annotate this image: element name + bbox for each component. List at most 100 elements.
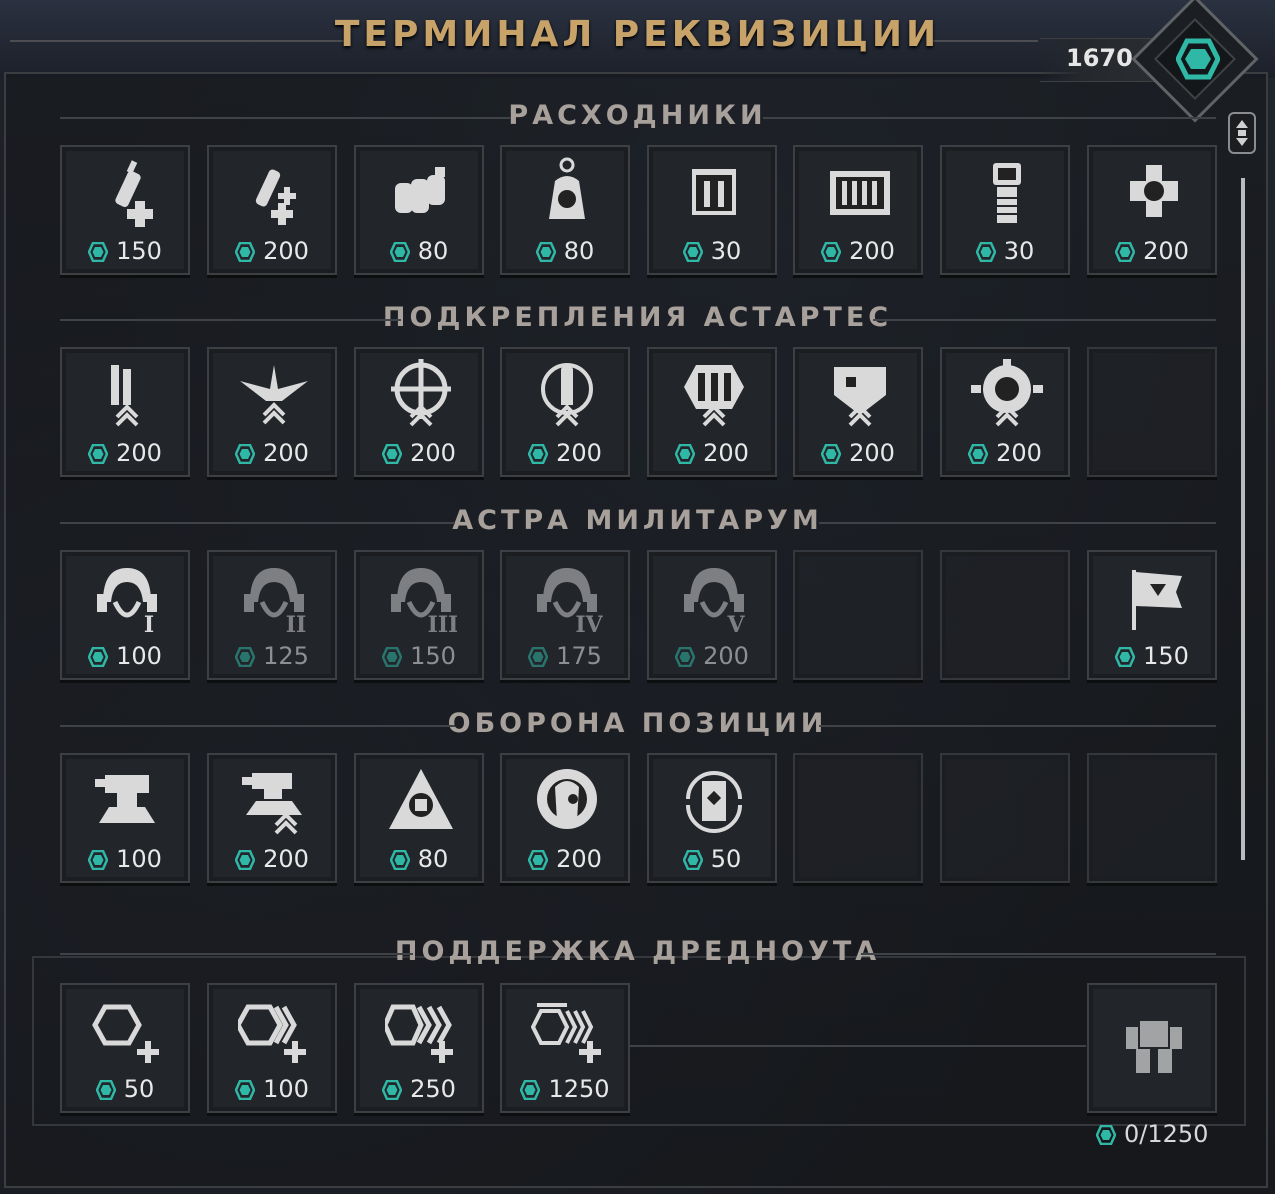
- requisition-gem-icon: [1115, 647, 1136, 667]
- requisition-item-aquila-banner[interactable]: 150: [1087, 550, 1217, 680]
- section-divider-left: [60, 522, 455, 524]
- section-divider-right: [819, 522, 1216, 524]
- requisition-item-guard-helmet-3[interactable]: III 150: [354, 550, 484, 680]
- requisition-gem-icon: [88, 242, 109, 262]
- requisition-gem-icon: [389, 242, 410, 262]
- requisition-gem-icon: [235, 444, 256, 464]
- item-price: 125: [209, 642, 335, 670]
- item-price-value: 200: [703, 642, 749, 670]
- item-price-value: 200: [1143, 237, 1189, 265]
- requisition-item-ammo-upgrade[interactable]: 200: [647, 347, 777, 477]
- guard-helmet-2-icon: II: [244, 568, 306, 634]
- dreadnought-progress-value: 0/1250: [1124, 1120, 1209, 1148]
- requisition-gem-icon: [975, 242, 996, 262]
- empty-slot: [940, 550, 1070, 680]
- ammo-upgrade-icon: [684, 365, 744, 427]
- svg-text:V: V: [726, 612, 745, 634]
- requisition-item-guard-helmet-2[interactable]: II 125: [207, 550, 337, 680]
- requisition-gem-icon: [88, 444, 109, 464]
- item-price: 200: [649, 642, 775, 670]
- item-price-value: 150: [410, 642, 456, 670]
- requisition-item-gem-plus-3[interactable]: 250: [354, 983, 484, 1113]
- item-price: 200: [502, 439, 628, 467]
- requisition-item-auspex-device[interactable]: 30: [940, 145, 1070, 275]
- requisition-item-gem-plus-4[interactable]: 1250: [500, 983, 630, 1113]
- requisition-gem-icon: [821, 242, 842, 262]
- requisition-item-stimm-syringe-double[interactable]: 200: [207, 145, 337, 275]
- requisition-item-crosshair-upgrade[interactable]: 200: [354, 347, 484, 477]
- guard-helmet-3-icon: III: [391, 568, 457, 634]
- guard-helmet-1-icon: I: [97, 568, 157, 634]
- requisition-item-sentry-turret[interactable]: 100: [60, 753, 190, 883]
- requisition-item-sentry-turret-upgrade[interactable]: 200: [207, 753, 337, 883]
- requisition-gem-icon: [535, 242, 556, 262]
- requisition-item-skull-beacon[interactable]: 80: [500, 145, 630, 275]
- dreadnought-progress: 0/1250: [1096, 1120, 1208, 1148]
- item-price: 80: [356, 845, 482, 873]
- requisition-item-stimm-syringe[interactable]: 150: [60, 145, 190, 275]
- servitor-skull-icon: [537, 769, 597, 829]
- svg-text:I: I: [144, 612, 154, 634]
- item-price-value: 100: [116, 845, 162, 873]
- requisition-item-armor-upgrade[interactable]: 200: [793, 347, 923, 477]
- requisition-item-grenade-pack[interactable]: 80: [354, 145, 484, 275]
- empty-slot: [793, 753, 923, 883]
- requisition-gem-icon: [1096, 1125, 1116, 1145]
- requisition-item-supply-barrel[interactable]: 50: [647, 753, 777, 883]
- requisition-gem-icon: [520, 1080, 541, 1100]
- section-title-label: РАСХОДНИКИ: [508, 100, 767, 131]
- section-title-4: ОБОРОНА ПОЗИЦИИ: [0, 708, 1275, 739]
- gear-upgrade-icon: [971, 359, 1043, 427]
- section-divider-left: [60, 725, 455, 727]
- item-price: 1250: [502, 1075, 628, 1103]
- item-price: 100: [209, 1075, 335, 1103]
- requisition-gem-icon: [95, 1080, 116, 1100]
- section-title-label: ПОДДЕРЖКА ДРЕДНОУТА: [394, 936, 881, 967]
- requisition-gem-icon: [675, 647, 696, 667]
- sentry-turret-icon: [95, 775, 155, 823]
- requisition-gem-icon: [968, 444, 989, 464]
- guard-helmet-5-icon: V: [684, 568, 745, 634]
- item-price: 30: [649, 237, 775, 265]
- requisition-item-skull-cross[interactable]: 200: [1087, 145, 1217, 275]
- requisition-gem-icon: [389, 850, 410, 870]
- item-price: 200: [62, 439, 188, 467]
- requisition-item-mine-device[interactable]: 80: [354, 753, 484, 883]
- item-price-value: 80: [417, 237, 449, 265]
- item-price-value: 200: [703, 439, 749, 467]
- empty-slot: [793, 550, 923, 680]
- requisition-item-gem-plus-2[interactable]: 100: [207, 983, 337, 1113]
- guard-helmet-4-icon: IV: [537, 568, 603, 634]
- requisition-item-ammo-crate[interactable]: 200: [793, 145, 923, 275]
- requisition-gem-icon: [235, 242, 256, 262]
- requisition-item-guard-helmet-4[interactable]: IV 175: [500, 550, 630, 680]
- ammo-crate-icon: [830, 171, 890, 215]
- item-price-value: 200: [263, 439, 309, 467]
- currency-amount: 1670: [1066, 44, 1133, 72]
- requisition-item-chainsword-upgrade[interactable]: 200: [60, 347, 190, 477]
- item-price-value: 200: [556, 845, 602, 873]
- item-price: 80: [502, 237, 628, 265]
- gem-plus-4-icon: [531, 1003, 601, 1063]
- section-divider-left: [60, 953, 413, 955]
- item-price: 200: [356, 439, 482, 467]
- requisition-item-gear-upgrade[interactable]: 200: [940, 347, 1070, 477]
- requisition-gem-icon: [682, 850, 703, 870]
- section-title-label: АСТРА МИЛИТАРУМ: [452, 505, 823, 536]
- item-price-value: 100: [263, 1075, 309, 1103]
- requisition-item-guard-helmet-5[interactable]: V 200: [647, 550, 777, 680]
- aquila-upgrade-icon: [240, 365, 308, 425]
- requisition-item-servitor-skull[interactable]: 200: [500, 753, 630, 883]
- requisition-item-bolt-shell-upgrade[interactable]: 200: [500, 347, 630, 477]
- item-price-value: 50: [710, 845, 742, 873]
- requisition-item-gem-plus-1[interactable]: 50: [60, 983, 190, 1113]
- item-price: 200: [795, 237, 921, 265]
- item-price-value: 200: [849, 237, 895, 265]
- requisition-item-aquila-upgrade[interactable]: 200: [207, 347, 337, 477]
- requisition-item-guard-helmet-1[interactable]: I 100: [60, 550, 190, 680]
- dreadnought-slot[interactable]: [1087, 983, 1217, 1113]
- requisition-item-ammo-box[interactable]: 30: [647, 145, 777, 275]
- supply-barrel-icon: [686, 771, 742, 833]
- stimm-syringe-double-icon: [255, 169, 296, 225]
- requisition-gem-icon: [235, 850, 256, 870]
